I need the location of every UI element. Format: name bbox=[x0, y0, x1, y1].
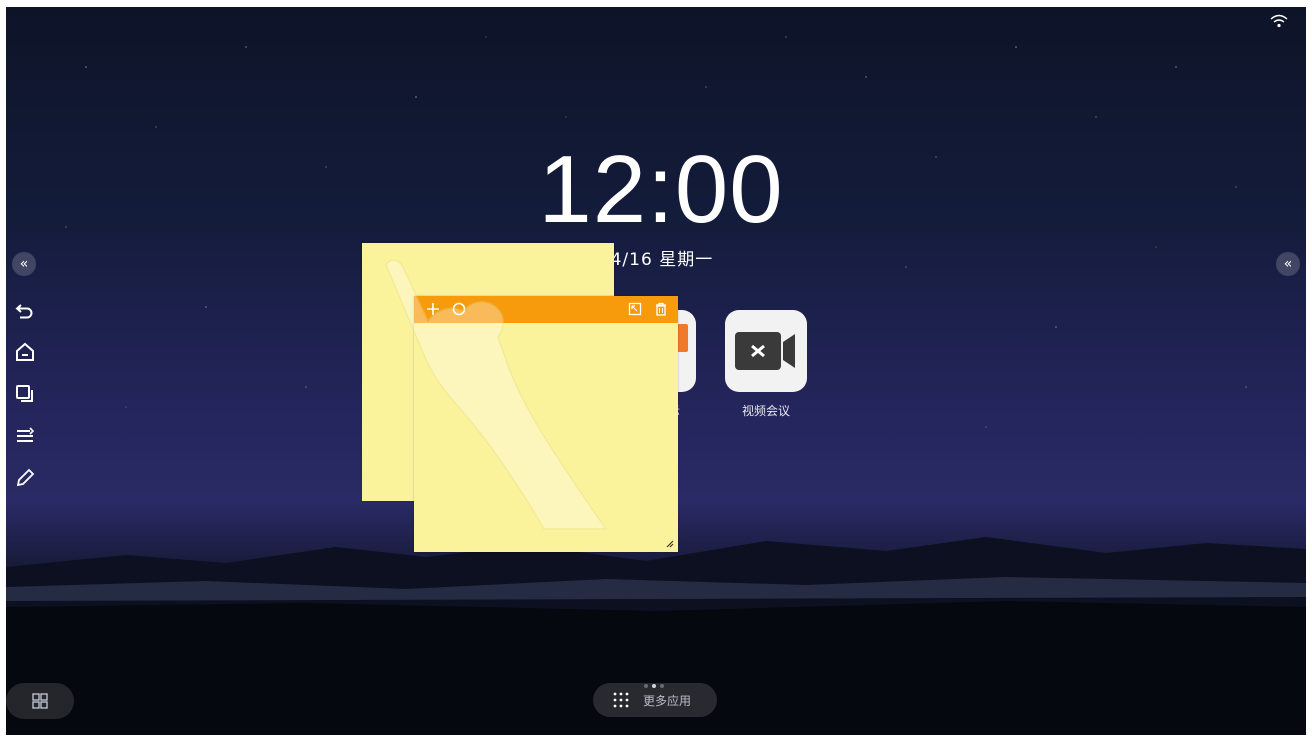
add-icon[interactable] bbox=[426, 302, 440, 316]
delete-icon[interactable] bbox=[654, 302, 668, 316]
double-chevron-left-icon: « bbox=[19, 256, 29, 272]
windows-button[interactable] bbox=[6, 683, 74, 719]
back-icon[interactable] bbox=[14, 299, 36, 321]
grid-dots-icon bbox=[613, 692, 629, 708]
sticky-note[interactable] bbox=[414, 296, 678, 552]
more-apps-button[interactable]: 更多应用 bbox=[593, 683, 717, 717]
app-video-conference[interactable]: 视频会议 bbox=[725, 310, 807, 419]
app-label: 视频会议 bbox=[741, 404, 790, 418]
pen-icon[interactable] bbox=[14, 467, 36, 489]
right-expand-button[interactable]: « bbox=[1276, 252, 1300, 276]
clock-time: 12:00 bbox=[538, 136, 784, 243]
wifi-icon bbox=[1270, 14, 1288, 28]
home-icon[interactable] bbox=[14, 341, 36, 363]
left-expand-button[interactable]: « bbox=[12, 252, 36, 276]
desktop: 12:00 04/16 星期一 « « 示 bbox=[6, 7, 1306, 735]
resize-corner-icon[interactable] bbox=[628, 302, 642, 316]
color-circle-icon[interactable] bbox=[452, 302, 466, 316]
double-chevron-left-icon: « bbox=[1283, 256, 1293, 272]
resize-handle-icon[interactable] bbox=[666, 540, 674, 548]
sticky-note-toolbar bbox=[414, 296, 678, 323]
video-conference-icon bbox=[725, 310, 807, 392]
windows-icon bbox=[32, 693, 48, 709]
windows-icon[interactable] bbox=[14, 383, 36, 405]
menu-icon[interactable] bbox=[14, 425, 36, 447]
more-apps-label: 更多应用 bbox=[643, 694, 692, 708]
